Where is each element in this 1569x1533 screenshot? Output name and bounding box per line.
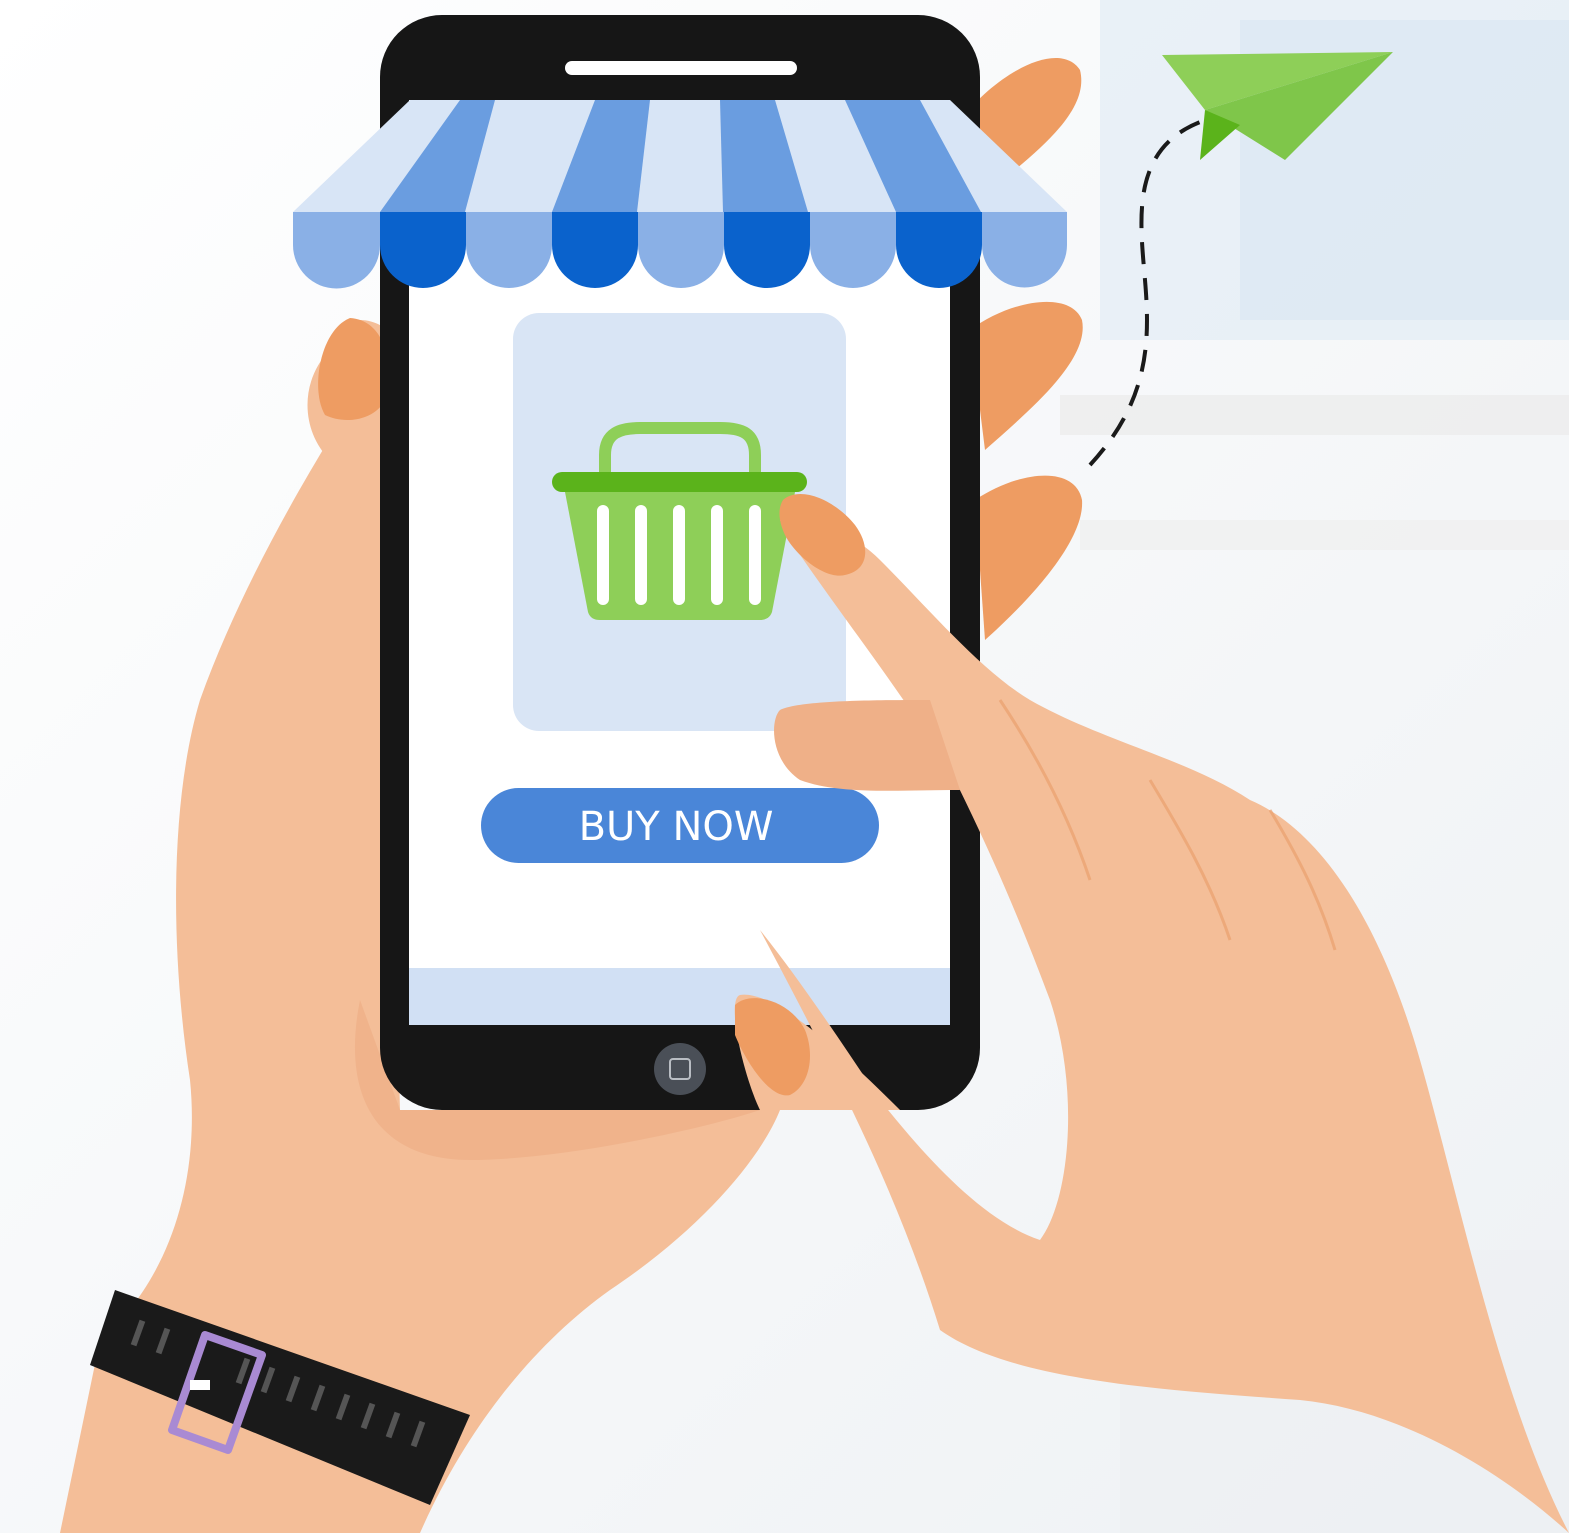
home-button-icon[interactable] [654, 1043, 706, 1095]
screen-footer-bar [409, 968, 950, 1025]
phone-speaker [565, 61, 797, 75]
online-shopping-illustration: BUY NOW [0, 0, 1569, 1533]
store-awning [293, 100, 1067, 289]
buy-now-button-hitbox[interactable] [481, 788, 879, 863]
